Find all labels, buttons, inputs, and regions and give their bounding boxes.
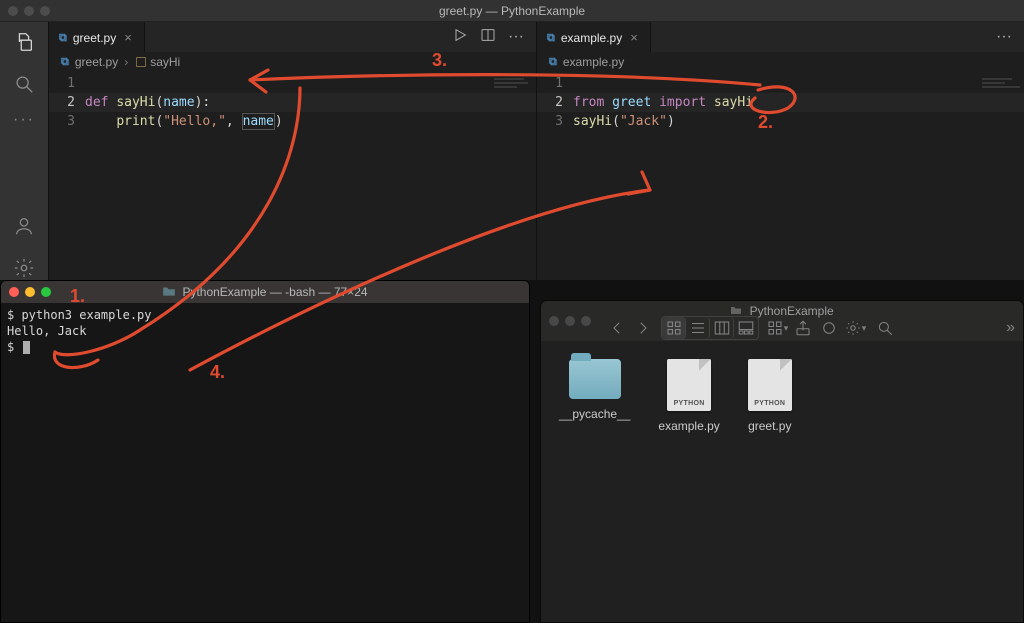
column-view-icon[interactable] [710, 317, 734, 339]
close-icon[interactable]: × [122, 30, 134, 45]
python-icon: ⧉ [61, 55, 69, 69]
terminal-line: $ [7, 339, 523, 355]
close-dot[interactable] [8, 6, 18, 16]
window-title: greet.py — PythonExample [439, 4, 585, 18]
file-item-folder[interactable]: __pycache__ [559, 359, 630, 421]
finder-window[interactable]: PythonExample ▾ ▾ » __pycache__ [540, 300, 1024, 623]
terminal-line: Hello, Jack [7, 323, 523, 339]
file-item-example[interactable]: PYTHON example.py [658, 359, 719, 433]
breadcrumb-file[interactable]: greet.py [75, 55, 118, 69]
view-mode-segment[interactable] [661, 316, 759, 340]
python-file-icon: PYTHON [748, 359, 792, 411]
more-icon[interactable]: ··· [12, 114, 36, 126]
editor-pane-left: ⧉ greet.py × ··· ⧉ [48, 22, 536, 280]
tab-label: greet.py [73, 31, 116, 45]
annotation-2: 2. [758, 112, 773, 133]
file-label: example.py [658, 419, 719, 433]
tab-label: example.py [561, 31, 622, 45]
annotation-3: 3. [432, 50, 447, 71]
settings-gear-icon[interactable] [12, 256, 36, 280]
more-actions-icon[interactable]: ··· [508, 28, 524, 46]
tabbar-right: ⧉ example.py × ··· [537, 22, 1024, 52]
terminal-cursor [23, 341, 30, 354]
tab-example[interactable]: ⧉ example.py × [537, 22, 651, 52]
search-icon[interactable] [12, 72, 36, 96]
close-icon[interactable]: × [628, 30, 640, 45]
code-content[interactable]: def sayHi(name): print("Hello,", name) [85, 72, 536, 280]
vscode-titlebar[interactable]: greet.py — PythonExample [0, 0, 1024, 22]
overflow-icon[interactable]: » [1006, 319, 1015, 337]
minimize-dot[interactable] [24, 6, 34, 16]
breadcrumb-symbol[interactable]: sayHi [134, 55, 180, 70]
action-icon[interactable]: ▾ [843, 317, 867, 339]
folder-icon [162, 285, 176, 300]
terminal-line: $ python3 example.py [7, 307, 523, 323]
minimize-dot[interactable] [25, 287, 35, 297]
split-editor-icon[interactable] [480, 27, 496, 48]
close-dot[interactable] [9, 287, 19, 297]
back-icon[interactable] [605, 317, 629, 339]
breadcrumb[interactable]: ⧉ example.py [537, 52, 1024, 72]
group-icon[interactable]: ▾ [765, 317, 789, 339]
run-icon[interactable] [452, 27, 468, 48]
terminal-title: PythonExample — -bash — 77×24 [182, 285, 367, 299]
folder-icon [730, 304, 745, 318]
traffic-lights[interactable] [8, 6, 50, 16]
python-icon: ⧉ [59, 31, 67, 45]
file-item-greet[interactable]: PYTHON greet.py [748, 359, 792, 433]
code-content[interactable]: from greet import sayHi sayHi("Jack") [573, 72, 1024, 280]
tag-icon[interactable] [817, 317, 841, 339]
zoom-dot[interactable] [41, 287, 51, 297]
zoom-dot[interactable] [40, 6, 50, 16]
gallery-view-icon[interactable] [734, 317, 758, 339]
chevron-right-icon: › [124, 55, 128, 69]
more-actions-icon[interactable]: ··· [996, 28, 1012, 46]
search-icon[interactable] [873, 317, 897, 339]
terminal-window[interactable]: PythonExample — -bash — 77×24 $ python3 … [0, 280, 530, 623]
finder-body[interactable]: __pycache__ PYTHON example.py PYTHON gre… [541, 341, 1023, 622]
annotation-1: 1. [70, 286, 85, 307]
breadcrumb-file[interactable]: example.py [563, 55, 624, 69]
tabbar-left: ⧉ greet.py × ··· [49, 22, 536, 52]
tab-greet[interactable]: ⧉ greet.py × [49, 22, 145, 52]
file-label: greet.py [748, 419, 791, 433]
minimap[interactable] [494, 76, 532, 110]
code-editor-left[interactable]: 1 2 3 def sayHi(name): print("Hello,", n… [49, 72, 536, 280]
vscode-window: greet.py — PythonExample ··· [0, 0, 1024, 280]
python-icon: ⧉ [549, 55, 557, 69]
folder-icon [569, 359, 621, 399]
file-label: __pycache__ [559, 407, 630, 421]
finder-title: PythonExample [750, 304, 834, 318]
forward-icon[interactable] [631, 317, 655, 339]
account-icon[interactable] [12, 214, 36, 238]
terminal-body[interactable]: $ python3 example.py Hello, Jack $ [1, 303, 529, 622]
minimap[interactable] [982, 76, 1020, 110]
list-view-icon[interactable] [686, 317, 710, 339]
traffic-lights[interactable] [9, 287, 51, 297]
share-icon[interactable] [791, 317, 815, 339]
finder-toolbar: PythonExample ▾ ▾ » [541, 301, 1023, 341]
python-file-icon: PYTHON [667, 359, 711, 411]
breadcrumb[interactable]: ⧉ greet.py › sayHi [49, 52, 536, 72]
annotation-4: 4. [210, 362, 225, 383]
explorer-icon[interactable] [12, 30, 36, 54]
code-editor-right[interactable]: 1 2 3 from greet import sayHi sayHi("Jac… [537, 72, 1024, 280]
icon-view-icon[interactable] [662, 317, 686, 339]
editor-pane-right: ⧉ example.py × ··· ⧉ example.py 1 [536, 22, 1024, 280]
python-icon: ⧉ [547, 31, 555, 45]
activity-bar: ··· [0, 22, 48, 280]
